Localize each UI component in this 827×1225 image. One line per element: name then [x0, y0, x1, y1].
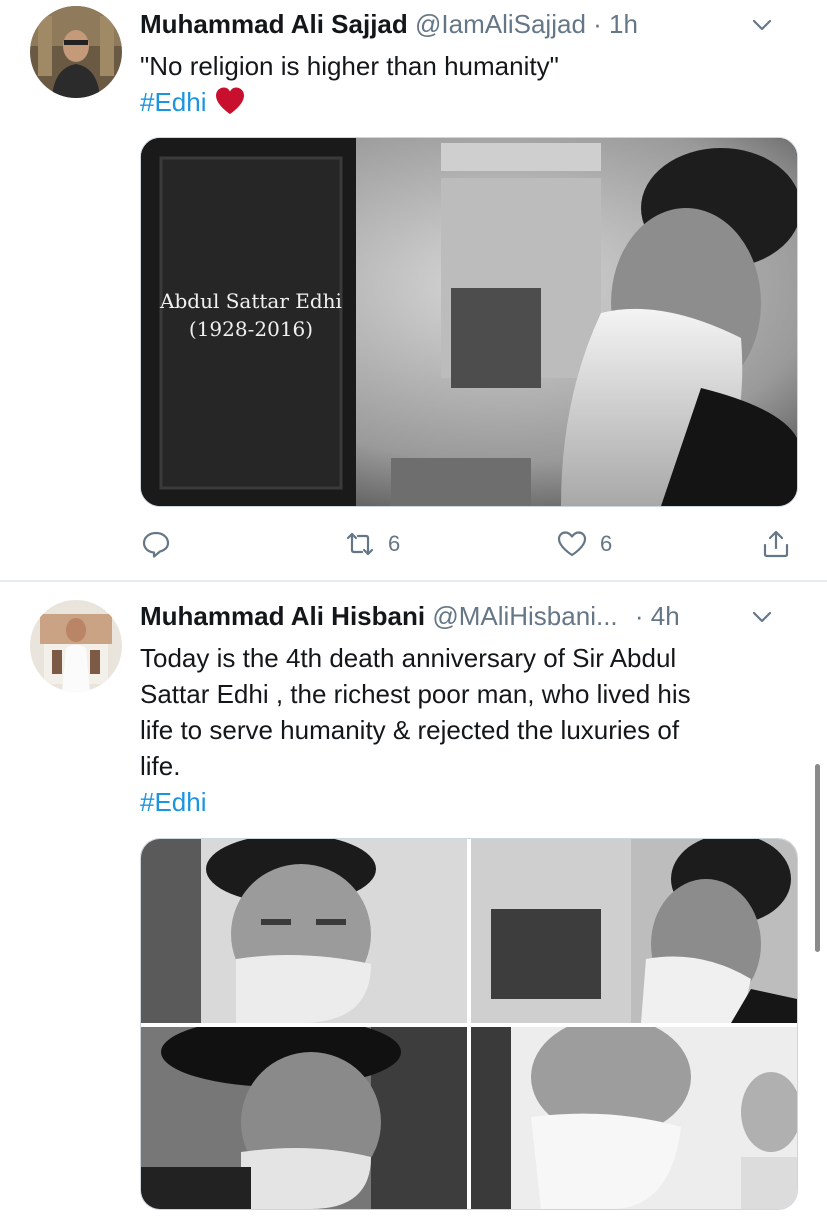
- hashtag-link[interactable]: #Edhi: [140, 787, 207, 817]
- image-caption-name: Abdul Sattar Edhi: [159, 289, 342, 313]
- tweet-hashtag-line: #Edhi: [140, 84, 787, 120]
- tweet-header: Muhammad Ali Hisbani @MAliHisbani... · 4…: [140, 598, 797, 634]
- tweet-actions: 6 6: [140, 524, 800, 564]
- tweet-image-grid: [140, 838, 798, 1210]
- share-icon: [763, 530, 789, 558]
- avatar[interactable]: [30, 6, 122, 98]
- tweet-hashtag-line: #Edhi: [140, 784, 787, 820]
- retweet-button[interactable]: 6: [344, 524, 400, 564]
- separator-dot: ·: [634, 601, 644, 631]
- chevron-down-icon[interactable]: [747, 602, 777, 632]
- grid-image-2[interactable]: [471, 839, 797, 1023]
- share-button[interactable]: [760, 524, 792, 564]
- chevron-down-icon[interactable]: [747, 10, 777, 40]
- tweet-1[interactable]: Muhammad Ali Sajjad @IamAliSajjad · 1h "…: [0, 0, 827, 580]
- display-name[interactable]: Muhammad Ali Sajjad: [140, 9, 408, 39]
- grid-image-1[interactable]: [141, 839, 467, 1023]
- tweet-text-line: life to serve humanity & rejected the lu…: [140, 715, 680, 745]
- hashtag-link[interactable]: #Edhi: [140, 87, 207, 117]
- reply-button[interactable]: [140, 524, 184, 564]
- user-handle[interactable]: @MAliHisbani...: [432, 601, 617, 631]
- tweet-header: Muhammad Ali Sajjad @IamAliSajjad · 1h: [140, 6, 797, 42]
- retweet-icon: [346, 532, 374, 556]
- tweet-text-line: life.: [140, 751, 181, 781]
- speech-bubble-icon: [142, 531, 170, 558]
- red-heart-icon: [215, 87, 244, 114]
- scrollbar[interactable]: [815, 764, 820, 952]
- tweet-text-line: Sattar Edhi , the richest poor man, who …: [140, 679, 691, 709]
- user-handle[interactable]: @IamAliSajjad: [415, 9, 586, 39]
- like-button[interactable]: 6: [556, 524, 612, 564]
- image-caption-years: (1928-2016): [189, 317, 313, 341]
- heart-outline-icon: [557, 531, 587, 557]
- separator-dot: ·: [593, 9, 602, 39]
- grid-image-3[interactable]: [141, 1027, 467, 1209]
- avatar[interactable]: [30, 600, 122, 692]
- grid-image-4[interactable]: [471, 1027, 797, 1209]
- like-count: 6: [600, 531, 613, 556]
- display-name[interactable]: Muhammad Ali Hisbani: [140, 601, 425, 631]
- retweet-count: 6: [388, 531, 401, 556]
- timestamp[interactable]: 1h: [609, 9, 638, 39]
- tweet-text-line: Today is the 4th death anniversary of Si…: [140, 643, 677, 673]
- timestamp[interactable]: 4h: [651, 601, 680, 631]
- tweet-image[interactable]: Abdul Sattar Edhi (1928-2016): [140, 137, 798, 507]
- tweet-text: "No religion is higher than humanity": [140, 51, 559, 81]
